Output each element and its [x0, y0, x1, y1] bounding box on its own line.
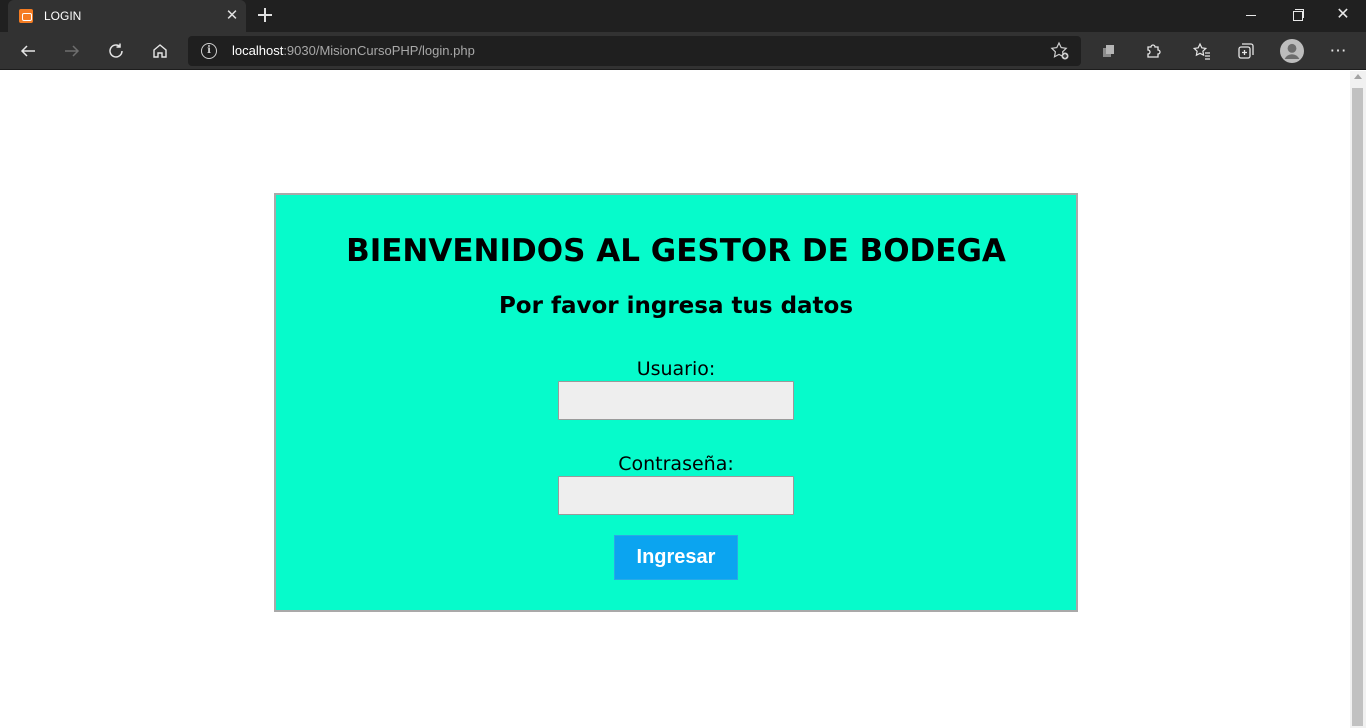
- collections-icon[interactable]: [1097, 39, 1121, 63]
- user-input[interactable]: [558, 381, 794, 420]
- page-viewport: BIENVENIDOS AL GESTOR DE BODEGA Por favo…: [0, 71, 1350, 728]
- back-icon[interactable]: [16, 39, 40, 63]
- favorites-icon[interactable]: [1190, 39, 1214, 63]
- scroll-up-icon[interactable]: [1354, 74, 1362, 79]
- scrollbar-thumb[interactable]: [1352, 88, 1363, 726]
- page-subtitle: Por favor ingresa tus datos: [498, 293, 854, 319]
- home-icon[interactable]: [148, 39, 172, 63]
- password-input[interactable]: [558, 476, 794, 515]
- forward-icon[interactable]: [60, 39, 84, 63]
- tab-title: LOGIN: [44, 9, 82, 23]
- browser-toolbar: i localhost:9030/MisionCursoPHP/login.ph…: [0, 32, 1366, 70]
- password-label: Contraseña:: [618, 453, 734, 475]
- tab-actions-icon[interactable]: [1234, 39, 1258, 63]
- browser-titlebar: LOGIN ✕ ✕: [0, 0, 1366, 32]
- vertical-scrollbar[interactable]: [1350, 71, 1366, 728]
- xampp-favicon-icon: [19, 9, 33, 23]
- minimize-window-button[interactable]: [1228, 0, 1274, 32]
- page-title: BIENVENIDOS AL GESTOR DE BODEGA: [346, 233, 1006, 269]
- info-icon[interactable]: i: [201, 43, 217, 59]
- new-tab-icon[interactable]: [254, 4, 276, 26]
- close-window-button[interactable]: ✕: [1320, 0, 1366, 32]
- refresh-icon[interactable]: [104, 39, 128, 63]
- browser-tab[interactable]: LOGIN ✕: [8, 0, 246, 32]
- extensions-icon[interactable]: [1141, 39, 1165, 63]
- url-text[interactable]: localhost:9030/MisionCursoPHP/login.php: [232, 43, 475, 58]
- restore-window-button[interactable]: [1274, 0, 1320, 32]
- profile-icon[interactable]: [1280, 39, 1304, 63]
- login-card: BIENVENIDOS AL GESTOR DE BODEGA Por favo…: [274, 193, 1078, 612]
- user-label: Usuario:: [636, 358, 716, 380]
- close-tab-icon[interactable]: ✕: [224, 8, 240, 24]
- submit-button[interactable]: Ingresar: [614, 535, 738, 580]
- add-favorite-icon[interactable]: [1050, 41, 1070, 61]
- more-icon[interactable]: ⋯: [1326, 39, 1350, 63]
- address-bar[interactable]: i localhost:9030/MisionCursoPHP/login.ph…: [188, 36, 1081, 66]
